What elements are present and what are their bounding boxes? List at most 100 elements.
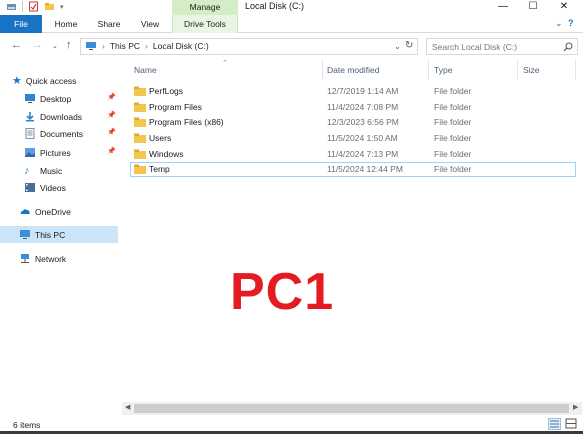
address-row: ← → ⌄ ↑ › This PC › Local Disk (C:) ⌄ ↻ … xyxy=(0,34,583,58)
close-button[interactable]: ✕ xyxy=(549,0,579,14)
nav-quick-access[interactable]: ★ Quick access xyxy=(12,72,130,89)
file-type: File folder xyxy=(434,149,472,159)
network-icon xyxy=(21,254,29,263)
pin-icon: 📌 xyxy=(107,129,116,136)
details-view-button[interactable] xyxy=(548,418,561,430)
horizontal-scrollbar[interactable]: ◀ ▶ xyxy=(122,402,582,415)
ribbon-tabs: File Home Share View ⌄ ? xyxy=(0,15,583,33)
nav-network[interactable]: Network xyxy=(19,250,118,267)
search-placeholder: Search Local Disk (C:) xyxy=(432,42,518,52)
file-name: PerfLogs xyxy=(149,86,184,96)
new-folder-icon[interactable] xyxy=(44,1,55,12)
file-type: File folder xyxy=(434,102,472,112)
pictures-icon xyxy=(25,148,35,157)
breadcrumb-this-pc[interactable]: This PC xyxy=(110,41,140,51)
nav-this-pc[interactable]: This PC xyxy=(0,226,118,243)
nav-onedrive[interactable]: OneDrive xyxy=(19,203,118,220)
up-button[interactable]: ↑ xyxy=(66,39,72,51)
scroll-left-icon[interactable]: ◀ xyxy=(125,403,130,411)
file-row[interactable]: Users 11/5/2024 1:50 AM File folder xyxy=(130,131,576,146)
pin-icon: 📌 xyxy=(107,112,116,119)
ribbon-expand-icon[interactable]: ⌄ xyxy=(555,18,563,29)
help-icon[interactable]: ? xyxy=(568,18,574,28)
column-date-modified[interactable]: Date modified xyxy=(327,65,379,75)
file-date: 12/7/2019 1:14 AM xyxy=(327,86,399,96)
scrollbar-thumb[interactable] xyxy=(134,404,569,413)
properties-icon[interactable] xyxy=(28,1,39,12)
column-size[interactable]: Size xyxy=(523,65,540,75)
qat-customize-icon[interactable]: ▾ xyxy=(60,3,64,11)
minimize-button[interactable]: — xyxy=(488,0,518,14)
computer-icon xyxy=(20,230,30,239)
quick-access-toolbar: ▾ xyxy=(6,1,64,12)
folder-icon xyxy=(134,117,146,127)
tab-home[interactable]: Home xyxy=(47,15,85,33)
nav-pictures[interactable]: Pictures 📌 xyxy=(24,144,118,161)
file-name: Program Files xyxy=(149,102,202,112)
file-date: 11/5/2024 12:44 PM xyxy=(327,164,403,174)
breadcrumb-separator: › xyxy=(145,41,148,51)
breadcrumb-local-disk[interactable]: Local Disk (C:) xyxy=(153,41,209,51)
nav-label: This PC xyxy=(35,229,66,240)
column-divider[interactable] xyxy=(575,60,576,80)
nav-label: Pictures xyxy=(40,147,71,158)
forward-button[interactable]: → xyxy=(32,39,43,51)
item-count: 6 items xyxy=(13,420,41,430)
file-name: Windows xyxy=(149,149,184,159)
nav-videos[interactable]: Videos xyxy=(24,179,118,196)
tab-drive-tools[interactable]: Drive Tools xyxy=(172,15,238,33)
tab-share[interactable]: Share xyxy=(90,15,128,33)
nav-downloads[interactable]: Downloads 📌 xyxy=(24,108,118,125)
nav-documents[interactable]: Documents 📌 xyxy=(24,125,118,142)
file-row-focused[interactable]: Temp 11/5/2024 12:44 PM File folder xyxy=(130,162,576,177)
file-row[interactable]: Program Files 11/4/2024 7:08 PM File fol… xyxy=(130,100,576,115)
folder-icon xyxy=(134,164,146,174)
manage-context-label: Manage xyxy=(172,0,238,15)
column-divider[interactable] xyxy=(322,60,323,80)
sort-ascending-icon: ⌃ xyxy=(222,60,228,67)
file-date: 11/4/2024 7:13 PM xyxy=(327,149,399,159)
file-row[interactable]: Program Files (x86) 12/3/2023 6:56 PM Fi… xyxy=(130,115,576,130)
column-name[interactable]: Name xyxy=(134,65,157,75)
pc-label-overlay: PC1 xyxy=(230,263,335,321)
column-divider[interactable] xyxy=(428,60,429,80)
nav-label: Network xyxy=(35,253,67,264)
file-type: File folder xyxy=(434,117,472,127)
large-icons-view-button[interactable] xyxy=(565,418,578,430)
file-date: 11/5/2024 1:50 AM xyxy=(327,133,398,143)
navigation-pane: ★ Quick access Desktop 📌 Downloads 📌 Doc… xyxy=(0,58,122,408)
file-type: File folder xyxy=(434,133,472,143)
address-bar[interactable]: › This PC › Local Disk (C:) ⌄ ↻ xyxy=(80,38,418,55)
column-divider[interactable] xyxy=(517,60,518,80)
tab-view[interactable]: View xyxy=(132,15,168,33)
tab-file[interactable]: File xyxy=(0,15,42,33)
maximize-button[interactable]: ☐ xyxy=(518,0,548,14)
file-row[interactable]: PerfLogs 12/7/2019 1:14 AM File folder xyxy=(130,84,576,99)
file-name: Program Files (x86) xyxy=(149,117,224,127)
details-view-icon xyxy=(550,420,559,428)
address-dropdown-icon[interactable]: ⌄ xyxy=(394,42,401,51)
nav-label: Documents xyxy=(40,128,83,139)
drive-icon[interactable] xyxy=(6,1,17,12)
refresh-icon[interactable]: ↻ xyxy=(405,40,413,51)
search-input[interactable]: Search Local Disk (C:) xyxy=(426,38,578,55)
back-button[interactable]: ← xyxy=(11,39,22,51)
scroll-right-icon[interactable]: ▶ xyxy=(573,403,578,411)
documents-icon xyxy=(25,128,35,139)
search-icon[interactable] xyxy=(563,42,573,52)
file-type: File folder xyxy=(434,86,472,96)
folder-icon xyxy=(134,86,146,96)
downloads-icon xyxy=(26,112,34,122)
window-title: Local Disk (C:) xyxy=(245,1,305,11)
file-row[interactable]: Windows 11/4/2024 7:13 PM File folder xyxy=(130,147,576,162)
qat-divider xyxy=(22,1,23,12)
nav-music[interactable]: ♪ Music xyxy=(24,162,118,179)
nav-label: OneDrive xyxy=(35,206,71,217)
onedrive-icon xyxy=(20,209,30,214)
file-name: Temp xyxy=(149,164,170,174)
column-type[interactable]: Type xyxy=(434,65,452,75)
videos-icon xyxy=(25,183,35,192)
recent-locations-button[interactable]: ⌄ xyxy=(52,42,58,50)
nav-desktop[interactable]: Desktop 📌 xyxy=(24,90,118,107)
this-pc-icon xyxy=(86,42,96,50)
